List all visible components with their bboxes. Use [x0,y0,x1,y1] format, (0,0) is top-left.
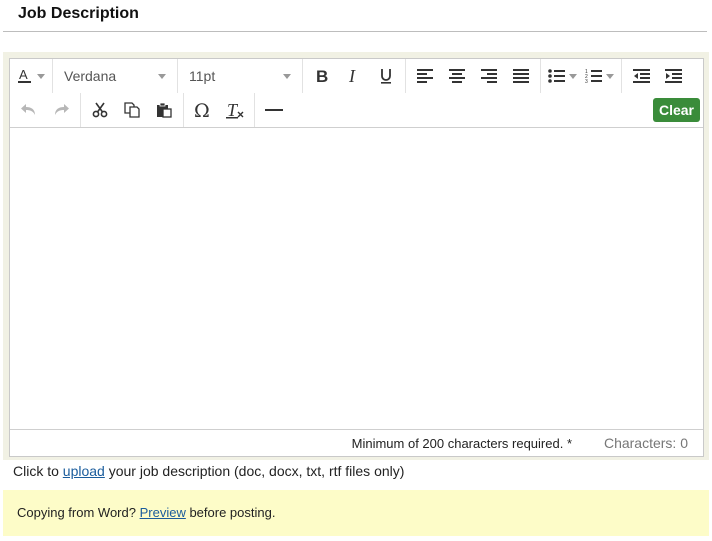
word-note-prefix: Copying from Word? [17,505,140,520]
horizontal-rule-button[interactable] [258,96,290,124]
paste-icon [156,102,172,118]
indent-icon [664,69,682,83]
copy-button[interactable] [116,96,148,124]
align-center-icon [449,69,465,83]
title-divider [3,31,707,32]
paste-button[interactable] [148,96,180,124]
chevron-down-icon [569,73,577,79]
font-family-value: Verdana [64,68,117,84]
special-character-button[interactable]: Ω [187,96,219,124]
rich-text-editor: A Verdana 11pt B I 1 2 3 Ω T Clear Minim… [9,58,704,457]
underline-button[interactable] [370,62,402,90]
underline-icon [379,68,393,84]
align-justify-icon [513,69,529,83]
svg-text:I: I [348,68,356,84]
alignment-group [406,59,541,93]
text-style-group: B I [303,59,406,93]
chevron-down-icon [283,73,291,79]
bold-button[interactable]: B [306,62,338,90]
editor-status-bar: Minimum of 200 characters required. * Ch… [10,429,703,457]
bullet-list-icon [548,69,565,83]
special-character-icon: Ω [194,101,212,119]
font-color-icon: A [17,67,33,85]
italic-button[interactable]: I [338,62,370,90]
list-group: 123 [541,59,622,93]
font-color-button[interactable]: A [13,62,49,90]
bold-icon: B [315,68,329,84]
clear-formatting-button[interactable]: T [219,96,251,124]
minimum-characters-note: Minimum of 200 characters required. * [351,436,572,451]
indent-button[interactable] [657,62,689,90]
upload-link[interactable]: upload [63,463,105,479]
undo-icon [21,103,37,117]
align-right-button[interactable] [473,62,505,90]
font-size-value: 11pt [189,68,216,84]
chevron-down-icon [158,73,166,79]
font-color-group: A [10,59,53,93]
toolbar-row-editing: Ω T Clear [10,93,703,127]
horizontal-rule-icon [265,108,283,112]
chevron-down-icon [37,73,45,79]
upload-instructions: Click to upload your job description (do… [13,463,404,479]
insert-group: Ω T [184,93,255,127]
svg-text:A: A [19,67,28,82]
character-count: Characters: 0 [603,435,688,451]
svg-text:T: T [227,101,239,119]
history-group [10,93,81,127]
rule-group [255,93,293,127]
upload-prefix: Click to [13,463,63,479]
editor-content-area[interactable] [10,128,703,429]
preview-link[interactable]: Preview [140,505,186,520]
cut-icon [92,102,108,118]
redo-button[interactable] [45,96,77,124]
cut-button[interactable] [84,96,116,124]
outdent-icon [632,69,650,83]
bullet-list-button[interactable] [544,62,581,90]
font-size-select[interactable]: 11pt [181,62,299,90]
word-copy-notice: Copying from Word? Preview before postin… [3,490,709,536]
align-center-button[interactable] [441,62,473,90]
toolbar-row-formatting: A Verdana 11pt B I 1 2 3 [10,59,703,93]
font-size-group: 11pt [178,59,303,93]
clear-formatting-icon: T [226,101,244,119]
font-family-group: Verdana [53,59,178,93]
redo-icon [53,103,69,117]
outdent-button[interactable] [625,62,657,90]
word-note-suffix: before posting. [185,505,276,520]
align-left-icon [417,69,433,83]
svg-text:3: 3 [585,79,588,84]
section-title: Job Description [18,5,139,22]
copy-icon [124,102,140,118]
align-right-icon [481,69,497,83]
svg-text:B: B [316,68,328,84]
clear-button[interactable]: Clear [652,98,700,122]
upload-suffix: your job description (doc, docx, txt, rt… [104,463,405,479]
numbered-list-icon: 123 [585,68,602,84]
chevron-down-icon [606,73,614,79]
align-left-button[interactable] [409,62,441,90]
italic-icon: I [347,68,361,84]
numbered-list-button[interactable]: 123 [581,62,618,90]
undo-button[interactable] [13,96,45,124]
align-justify-button[interactable] [505,62,537,90]
svg-text:Ω: Ω [194,101,210,119]
font-family-select[interactable]: Verdana [56,62,174,90]
editor-frame: A Verdana 11pt B I 1 2 3 Ω T Clear Minim… [3,52,709,460]
indent-group [622,59,692,93]
clipboard-group [81,93,184,127]
